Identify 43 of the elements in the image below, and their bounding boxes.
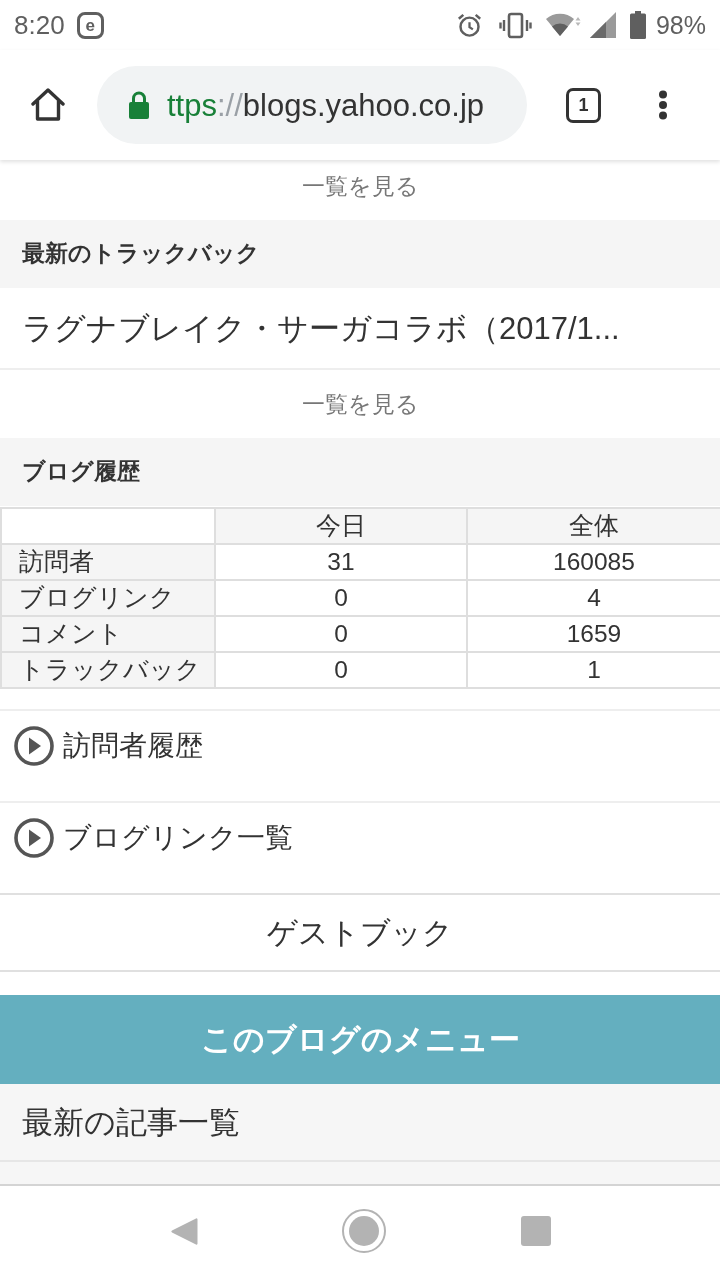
table-cell: 1659 — [467, 616, 720, 652]
vibrate-icon — [498, 11, 532, 39]
menu-item[interactable]: 最新の記事一覧 — [22, 1106, 240, 1138]
view-list-link[interactable]: 一覧を見る — [301, 174, 419, 198]
row-header: トラックバック — [1, 652, 215, 688]
expand-link[interactable]: ブログリンク一覧 — [14, 818, 293, 858]
battery-percent: 98% — [655, 12, 706, 38]
section-heading: ブログ履歴 — [22, 460, 140, 484]
tab-switcher-button[interactable]: 1 — [566, 87, 601, 123]
home-button-icon[interactable] — [342, 1209, 386, 1253]
signal-icon — [589, 12, 616, 38]
expand-link[interactable]: 訪問者履歴 — [14, 726, 203, 766]
notification-icon: e — [76, 11, 104, 39]
table-cell: 160085 — [467, 544, 720, 580]
table-cell: 31 — [215, 544, 467, 580]
row-header: ブログリンク — [1, 580, 215, 616]
play-circle-icon — [14, 726, 54, 766]
more-menu-icon[interactable] — [658, 90, 668, 120]
back-icon[interactable] — [169, 1215, 198, 1247]
home-icon[interactable] — [30, 88, 66, 122]
table-cell: 0 — [215, 652, 467, 688]
lock-icon — [129, 91, 149, 119]
table-cell: 0 — [215, 616, 467, 652]
wifi-icon — [545, 12, 582, 38]
status-time: 8:20 — [14, 12, 65, 38]
recents-icon[interactable] — [521, 1216, 551, 1246]
table-cell: 4 — [467, 580, 720, 616]
column-header: 全体 — [467, 508, 720, 544]
row-header: 訪問者 — [1, 544, 215, 580]
battery-icon — [629, 11, 646, 39]
section-heading: 最新のトラックバック — [22, 242, 260, 266]
menu-heading: このブログのメニュー — [200, 1024, 520, 1055]
address-bar[interactable]: ttps://blogs.yahoo.co.jp — [97, 66, 527, 144]
table-cell: 1 — [467, 652, 720, 688]
column-header: 今日 — [215, 508, 467, 544]
table-cell: 0 — [215, 580, 467, 616]
view-list-link[interactable]: 一覧を見る — [301, 392, 419, 416]
row-header: コメント — [1, 616, 215, 652]
alarm-icon — [455, 11, 483, 39]
guestbook-link[interactable]: ゲストブック — [267, 917, 453, 948]
trackback-link[interactable]: ラグナブレイク・サーガコラボ（2017/1... — [22, 312, 620, 344]
url-text: ttps://blogs.yahoo.co.jp — [167, 89, 485, 121]
play-circle-icon — [14, 818, 54, 858]
